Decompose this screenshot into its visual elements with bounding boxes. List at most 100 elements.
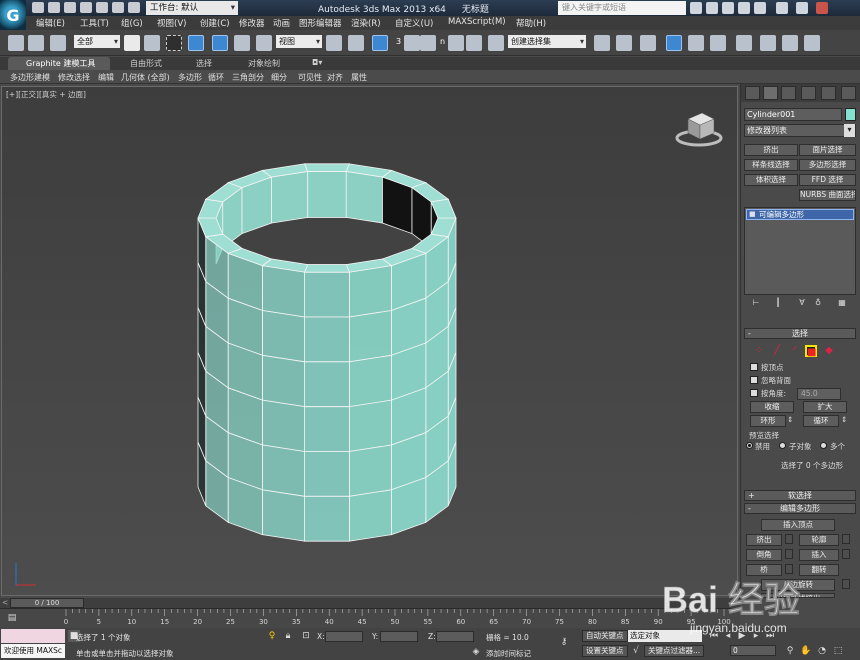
key-filters-button[interactable]: 关键点过滤器... — [644, 645, 705, 657]
bridge-button[interactable]: 桥 — [746, 564, 782, 576]
preview-subobj-radio[interactable] — [779, 442, 786, 449]
isolate-selection-icon[interactable]: ♀ — [266, 630, 278, 642]
menu-graph-editors[interactable]: 图形编辑器 — [299, 17, 342, 29]
percent-snap-icon[interactable] — [448, 35, 464, 51]
minimize-button[interactable] — [776, 2, 788, 14]
select-by-name-icon[interactable] — [144, 35, 160, 51]
make-unique-icon[interactable]: ∀ — [797, 298, 807, 308]
preview-multi-radio[interactable] — [820, 442, 827, 449]
z-coord-field[interactable] — [436, 631, 474, 642]
grow-button[interactable]: 扩大 — [803, 401, 847, 413]
percent-snap-label[interactable]: n — [440, 37, 445, 46]
ffd-select-button[interactable]: FFD 选择 — [799, 174, 856, 186]
schematic-view-icon[interactable] — [710, 35, 726, 51]
front-viewport[interactable]: [+][正交][真实 + 边面] — [1, 86, 738, 596]
render-production-icon[interactable] — [804, 35, 820, 51]
save-icon[interactable] — [64, 2, 76, 13]
modify-tab-icon[interactable] — [763, 86, 778, 100]
outline-button[interactable]: 轮廓 — [799, 534, 839, 546]
y-coord-field[interactable] — [380, 631, 418, 642]
by-vertex-checkbox[interactable] — [750, 363, 758, 371]
tab-freeform[interactable]: 自由形式 — [130, 58, 162, 69]
patch-select-button[interactable]: 面片选择 — [799, 144, 856, 156]
inset-button[interactable]: 插入 — [799, 549, 839, 561]
menu-edit[interactable]: 编辑(E) — [36, 17, 65, 29]
menu-animation[interactable]: 动画 — [273, 17, 290, 29]
play-icon[interactable]: ▶ — [736, 630, 748, 642]
edge-mode-icon[interactable]: ╱ — [771, 345, 783, 357]
time-slider-thumb[interactable]: 0 / 100 — [10, 598, 84, 608]
panel-visibility[interactable]: 可见性 — [298, 72, 322, 83]
link-icon[interactable] — [8, 35, 24, 51]
utilities-tab-icon[interactable] — [841, 86, 856, 100]
undo-icon[interactable] — [80, 2, 92, 13]
panel-modify-selection[interactable]: 修改选择 — [58, 72, 90, 83]
hold-icon[interactable] — [112, 2, 124, 13]
hinge-settings-icon[interactable] — [842, 579, 850, 589]
edit-polygons-rollout-header[interactable]: - 编辑多边形 — [744, 503, 856, 514]
panel-polygon-modeling[interactable]: 多边形建模 — [10, 72, 50, 83]
modifier-list-dropdown[interactable]: 修改器列表 — [744, 124, 856, 137]
previous-frame-icon[interactable]: ◂ — [722, 630, 734, 642]
trackbar[interactable]: ▤ 0 5 10 15 20 25 30 35 40 45 50 55 60 65 70 75 80 85 90 95… — [0, 608, 740, 628]
workspace-dropdown[interactable]: 工作台: 默认 — [146, 1, 238, 15]
mirror-icon[interactable] — [594, 35, 610, 51]
orbit-icon[interactable]: ◔ — [816, 645, 828, 657]
material-editor-icon[interactable] — [736, 35, 752, 51]
bevel-settings-icon[interactable] — [785, 549, 793, 559]
pan-icon[interactable]: ✋ — [800, 645, 812, 657]
outline-settings-icon[interactable] — [842, 534, 850, 544]
add-time-tag-text[interactable]: 添加时间标记 — [486, 648, 531, 659]
inset-settings-icon[interactable] — [842, 549, 850, 559]
tab-selection[interactable]: 选择 — [196, 58, 212, 69]
close-button[interactable] — [816, 2, 828, 14]
panel-loops[interactable]: 循环 — [208, 72, 224, 83]
shrink-button[interactable]: 收缩 — [750, 401, 794, 413]
app-menu-button[interactable]: G — [0, 0, 26, 30]
pin-stack-icon[interactable]: ⊢ — [751, 298, 761, 308]
object-color-swatch[interactable] — [845, 108, 856, 121]
trackbar-toggle-icon[interactable]: ▤ — [6, 612, 18, 624]
object-name-field[interactable]: Cylinder001 — [744, 108, 842, 121]
named-selection-sets-dropdown[interactable]: 创建选择集 — [508, 35, 586, 48]
border-mode-icon[interactable]: ◜ — [789, 345, 801, 357]
loop-button[interactable]: 循环 — [803, 415, 839, 427]
menu-help[interactable]: 帮助(H) — [516, 17, 546, 29]
fetch-icon[interactable] — [128, 2, 140, 13]
bridge-settings-icon[interactable] — [785, 564, 793, 574]
key-selection-dropdown[interactable]: 选定对象 — [628, 630, 702, 642]
spinner-snap-icon[interactable] — [466, 35, 482, 51]
keyboard-shortcut-override-icon[interactable] — [372, 35, 388, 51]
menu-customize[interactable]: 自定义(U) — [395, 17, 433, 29]
zoom-icon[interactable]: ⚲ — [784, 645, 796, 657]
ribbon-options-icon[interactable]: ◘▾ — [312, 58, 322, 67]
edit-named-selection-icon[interactable] — [488, 35, 504, 51]
search-input[interactable]: 键入关键字或短语 — [558, 1, 686, 15]
select-scale-icon[interactable] — [256, 35, 272, 51]
menu-maxscript[interactable]: MAXScript(M) — [448, 17, 506, 27]
restore-button[interactable] — [796, 2, 808, 14]
vertex-mode-icon[interactable]: ⁘ — [753, 345, 765, 357]
poly-select-button[interactable]: 多边形选择 — [799, 159, 856, 171]
panel-properties[interactable]: 属性 — [351, 72, 367, 83]
time-next-icon[interactable]: > — [730, 598, 736, 607]
vol-select-button[interactable]: 体积选择 — [744, 174, 798, 186]
polygon-mode-icon[interactable]: ■ — [805, 345, 817, 358]
current-frame-field[interactable]: 0 — [730, 645, 776, 656]
panel-align[interactable]: 对齐 — [327, 72, 343, 83]
maxscript-listener-input[interactable] — [1, 629, 65, 643]
curve-editor-icon[interactable] — [688, 35, 704, 51]
next-frame-icon[interactable]: ▸ — [750, 630, 762, 642]
flip-button[interactable]: 翻转 — [799, 564, 839, 576]
rectangle-selection-icon[interactable] — [166, 35, 182, 51]
reference-coordinate-dropdown[interactable]: 视图 — [276, 35, 322, 48]
absolute-mode-icon[interactable]: ⊡ — [300, 630, 312, 642]
selection-filter-dropdown[interactable]: 全部 — [74, 35, 120, 48]
snaps-toggle-label[interactable]: 3 — [396, 37, 401, 46]
graphite-toggle-icon[interactable] — [666, 35, 682, 51]
panel-polygons[interactable]: 多边形 — [178, 72, 202, 83]
by-angle-checkbox[interactable] — [750, 389, 758, 397]
set-key-button[interactable]: 设置关键点 — [582, 645, 628, 657]
selection-rollout-header[interactable]: - 选择 — [744, 328, 856, 339]
x-coord-field[interactable] — [325, 631, 363, 642]
